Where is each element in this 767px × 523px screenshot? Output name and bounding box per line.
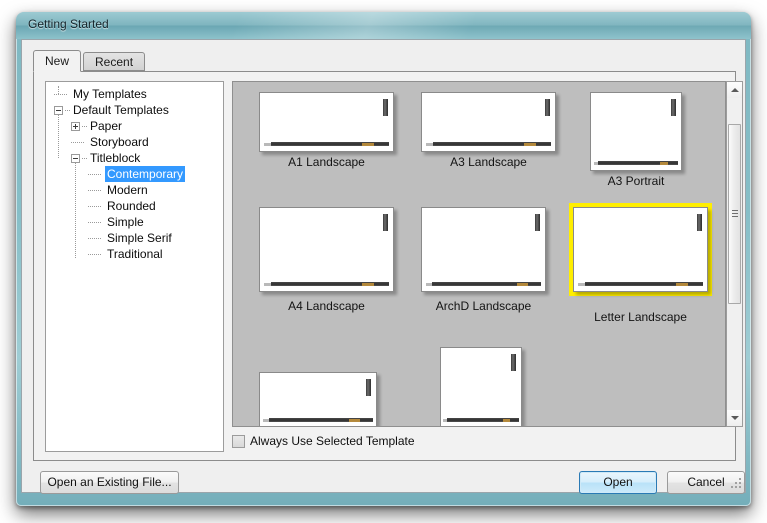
thumbnail-label: A3 Portrait <box>607 174 665 188</box>
tree-connector <box>54 94 67 96</box>
titleblock-accent <box>524 143 537 146</box>
tree-item-label: Titleblock <box>90 151 141 165</box>
tree-item-default-templates[interactable]: Default Templates <box>46 102 223 118</box>
tab-page: My Templates Default Templates Paper Storyb… <box>33 71 743 461</box>
tab-recent[interactable]: Recent <box>83 52 146 71</box>
titleblock-side-mark <box>366 379 371 396</box>
open-existing-file-button[interactable]: Open an Existing File... <box>40 471 179 494</box>
thumbnail-label: ArchD Landscape <box>435 299 532 313</box>
titleblock-side-mark <box>535 214 540 231</box>
titleblock-side-mark <box>671 99 676 116</box>
tree-item-contemporary[interactable]: Contemporary <box>46 166 223 182</box>
tree-item-traditional[interactable]: Traditional <box>46 246 223 262</box>
tree-item-simple-serif[interactable]: Simple Serif <box>46 230 223 246</box>
tree-connector <box>88 254 101 256</box>
tree-connector <box>88 222 101 224</box>
tree-connector <box>82 126 87 128</box>
always-use-template-label: Always Use Selected Template <box>250 434 415 448</box>
tree-collapse-icon[interactable] <box>54 106 63 115</box>
tree-item-paper[interactable]: Paper <box>46 118 223 134</box>
tree-expand-icon[interactable] <box>71 122 80 131</box>
tree-item-rounded[interactable]: Rounded <box>46 198 223 214</box>
titleblock-side-mark <box>545 99 550 116</box>
template-page-preview <box>259 207 394 292</box>
tree-collapse-icon[interactable] <box>71 154 80 163</box>
template-page-preview <box>440 347 522 426</box>
template-page-preview <box>259 92 394 152</box>
titleblock-accent <box>516 283 528 286</box>
tree-item-label: Simple Serif <box>107 231 172 245</box>
tree-item-label: Storyboard <box>90 135 149 149</box>
titleblock-side-mark <box>511 354 516 371</box>
tree-item-simple[interactable]: Simple <box>46 214 223 230</box>
titleblock-accent <box>660 162 669 165</box>
template-page-preview <box>421 92 556 152</box>
tree-item-label: Default Templates <box>73 103 169 117</box>
tab-label: Recent <box>95 55 134 69</box>
thumbnail-label: A3 Landscape <box>450 155 527 169</box>
scrollbar-thumb[interactable] <box>728 124 741 304</box>
titleblock-accent <box>362 143 375 146</box>
scroll-up-arrow-icon <box>731 88 739 92</box>
tab-label: New <box>45 54 70 68</box>
tree-item-label: Simple <box>107 215 144 229</box>
tree-connector <box>82 158 87 160</box>
tree-connector <box>88 238 101 240</box>
thumbnail-label: Letter Landscape <box>594 310 687 324</box>
tree-item-label: Contemporary <box>105 166 186 182</box>
tab-new[interactable]: New <box>33 50 82 72</box>
template-page-preview <box>421 207 546 292</box>
tree-connector <box>71 142 84 144</box>
titleblock-side-mark <box>383 99 388 116</box>
thumbnail-label: A1 Landscape <box>288 155 365 169</box>
tree-item-label: Traditional <box>107 247 163 261</box>
tree-connector <box>88 190 101 192</box>
window-title: Getting Started <box>28 17 109 31</box>
scroll-up-button[interactable] <box>727 82 742 98</box>
tree-connector <box>88 206 101 208</box>
template-page-preview <box>259 372 377 426</box>
tree-item-label: Rounded <box>107 199 156 213</box>
dialog-client-area: New Recent My Templates Default Templates P… <box>21 39 746 494</box>
tree-item-label: Paper <box>90 119 123 133</box>
gallery-scrollbar[interactable] <box>726 81 743 427</box>
titleblock-accent <box>676 283 689 286</box>
tree-item-label: Modern <box>107 183 148 197</box>
template-page-preview <box>590 92 682 171</box>
open-button[interactable]: Open <box>579 471 657 494</box>
tree-item-my-templates[interactable]: My Templates <box>46 86 223 102</box>
template-tree[interactable]: My Templates Default Templates Paper Storyb… <box>45 81 224 452</box>
thumbnail-label: A4 Landscape <box>288 299 365 313</box>
tree-connector <box>88 174 101 176</box>
title-bar[interactable]: Getting Started <box>16 12 751 39</box>
tree-item-titleblock[interactable]: Titleblock <box>46 150 223 166</box>
titleblock-side-mark <box>383 214 388 231</box>
titleblock-accent <box>349 419 360 422</box>
template-page-preview <box>573 207 708 292</box>
titleblock-side-mark <box>697 214 702 231</box>
tree-item-label: My Templates <box>73 87 147 101</box>
tree-item-modern[interactable]: Modern <box>46 182 223 198</box>
resize-grip-icon[interactable] <box>731 478 743 490</box>
template-gallery[interactable]: A1 Landscape A3 Landscape A3 Portrait A4 La… <box>232 81 726 427</box>
scroll-down-button[interactable] <box>727 410 742 426</box>
tree-item-storyboard[interactable]: Storyboard <box>46 134 223 150</box>
always-use-template-checkbox[interactable] <box>232 435 245 448</box>
scrollbar-grip-icon <box>732 210 738 218</box>
titleblock-accent <box>362 283 375 286</box>
titleblock-accent <box>502 419 510 422</box>
scroll-down-arrow-icon <box>731 416 739 420</box>
getting-started-dialog: Getting Started New Recent My Templates De… <box>16 12 751 506</box>
tree-connector <box>65 110 70 112</box>
